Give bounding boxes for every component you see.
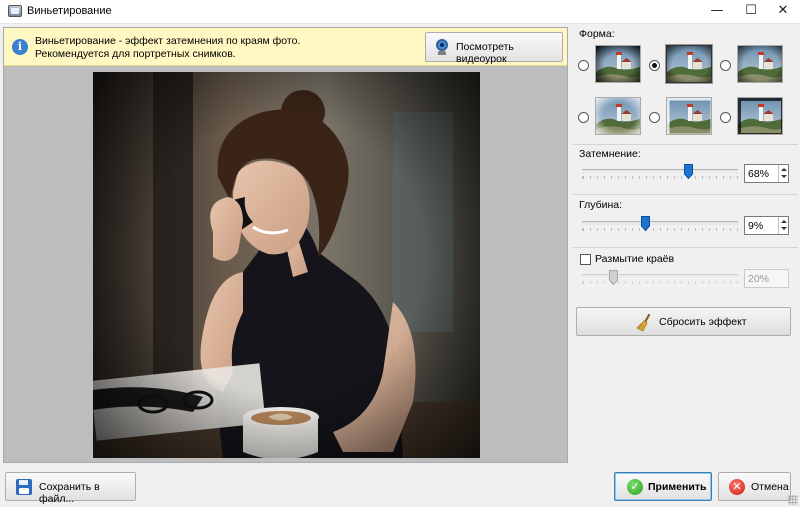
darkening-value: 68% bbox=[748, 168, 770, 180]
info-text: Виньетирование - эффект затемнения по кр… bbox=[35, 35, 415, 61]
photo-preview bbox=[93, 72, 480, 458]
cancel-button[interactable]: ✕ Отмена bbox=[718, 472, 791, 501]
shape-radio-5[interactable] bbox=[649, 112, 660, 123]
shape-radio-4[interactable] bbox=[578, 112, 589, 123]
edge-blur-slider-thumb[interactable] bbox=[608, 270, 618, 285]
edge-blur-value-field[interactable]: 20% bbox=[744, 269, 789, 288]
broom-icon bbox=[636, 314, 651, 332]
preview-area: i Виньетирование - эффект затемнения по … bbox=[3, 27, 568, 463]
cancel-label: Отмена bbox=[751, 481, 789, 493]
depth-track[interactable] bbox=[582, 221, 738, 225]
minimize-button[interactable]: — bbox=[700, 0, 734, 24]
info-bar: i Виньетирование - эффект затемнения по … bbox=[4, 28, 567, 66]
shape-radio-2[interactable] bbox=[649, 60, 660, 71]
edge-blur-value: 20% bbox=[748, 273, 770, 285]
checkmark-icon: ✓ bbox=[627, 479, 643, 495]
shape-label: Форма: bbox=[579, 28, 615, 40]
close-button[interactable]: ✕ bbox=[766, 0, 800, 24]
portrait-image bbox=[93, 72, 480, 458]
shape-thumb-light-rect[interactable] bbox=[595, 97, 641, 135]
watch-video-label: Посмотреть видеоурок bbox=[456, 41, 514, 65]
edge-blur-checkbox[interactable] bbox=[580, 254, 591, 265]
reset-effect-button[interactable]: Сбросить эффект bbox=[576, 307, 791, 336]
resize-grip[interactable] bbox=[788, 495, 798, 505]
apply-button[interactable]: ✓ Применить bbox=[614, 472, 712, 501]
shape-thumb-rect-dark[interactable] bbox=[666, 97, 712, 135]
cancel-icon: ✕ bbox=[729, 479, 745, 495]
darkening-track[interactable] bbox=[582, 169, 738, 173]
depth-spinner[interactable] bbox=[778, 217, 788, 234]
darkening-value-field[interactable]: 68% bbox=[744, 164, 789, 183]
info-icon: i bbox=[12, 39, 28, 55]
divider bbox=[572, 144, 798, 145]
darkening-label: Затемнение: bbox=[579, 148, 641, 160]
save-to-file-label: Сохранить в файл... bbox=[39, 481, 100, 505]
shape-thumb-light-soft[interactable] bbox=[665, 44, 713, 84]
darkening-spinner[interactable] bbox=[778, 165, 788, 182]
shape-radio-3[interactable] bbox=[720, 60, 731, 71]
title-bar: Виньетирование — ☐ ✕ bbox=[0, 0, 800, 24]
depth-slider-thumb[interactable] bbox=[641, 216, 651, 231]
shape-thumb-rect-soft[interactable] bbox=[737, 97, 783, 135]
darkening-ticks bbox=[582, 176, 738, 179]
depth-value-field[interactable]: 9% bbox=[744, 216, 789, 235]
apply-label: Применить bbox=[648, 481, 707, 493]
depth-ticks bbox=[582, 228, 738, 231]
shape-radio-6[interactable] bbox=[720, 112, 731, 123]
shape-thumb-dark-oval[interactable] bbox=[595, 45, 641, 83]
floppy-disk-icon bbox=[16, 479, 32, 495]
depth-value: 9% bbox=[748, 220, 764, 232]
edge-blur-track[interactable] bbox=[582, 274, 738, 278]
divider bbox=[572, 194, 798, 195]
settings-panel: Форма: Затемнение: 68% Глубина: 9% Размы… bbox=[570, 27, 800, 463]
divider bbox=[572, 247, 798, 248]
info-line-2: Рекомендуется для портретных снимков. bbox=[35, 48, 236, 60]
depth-label: Глубина: bbox=[579, 199, 623, 211]
maximize-button[interactable]: ☐ bbox=[734, 0, 768, 24]
darkening-slider-thumb[interactable] bbox=[683, 164, 693, 179]
edge-blur-label: Размытие краёв bbox=[595, 253, 675, 265]
app-icon bbox=[8, 5, 22, 17]
info-line-1: Виньетирование - эффект затемнения по кр… bbox=[35, 35, 301, 47]
save-to-file-button[interactable]: Сохранить в файл... bbox=[5, 472, 136, 505]
webcam-icon bbox=[434, 39, 450, 56]
reset-effect-label: Сбросить эффект bbox=[659, 316, 747, 328]
window-title: Виньетирование bbox=[27, 5, 112, 17]
watch-video-button[interactable]: Посмотреть видеоурок bbox=[425, 32, 563, 65]
shape-thumb-dark-soft[interactable] bbox=[737, 45, 783, 83]
edge-blur-ticks bbox=[582, 281, 738, 284]
shape-radio-1[interactable] bbox=[578, 60, 589, 71]
